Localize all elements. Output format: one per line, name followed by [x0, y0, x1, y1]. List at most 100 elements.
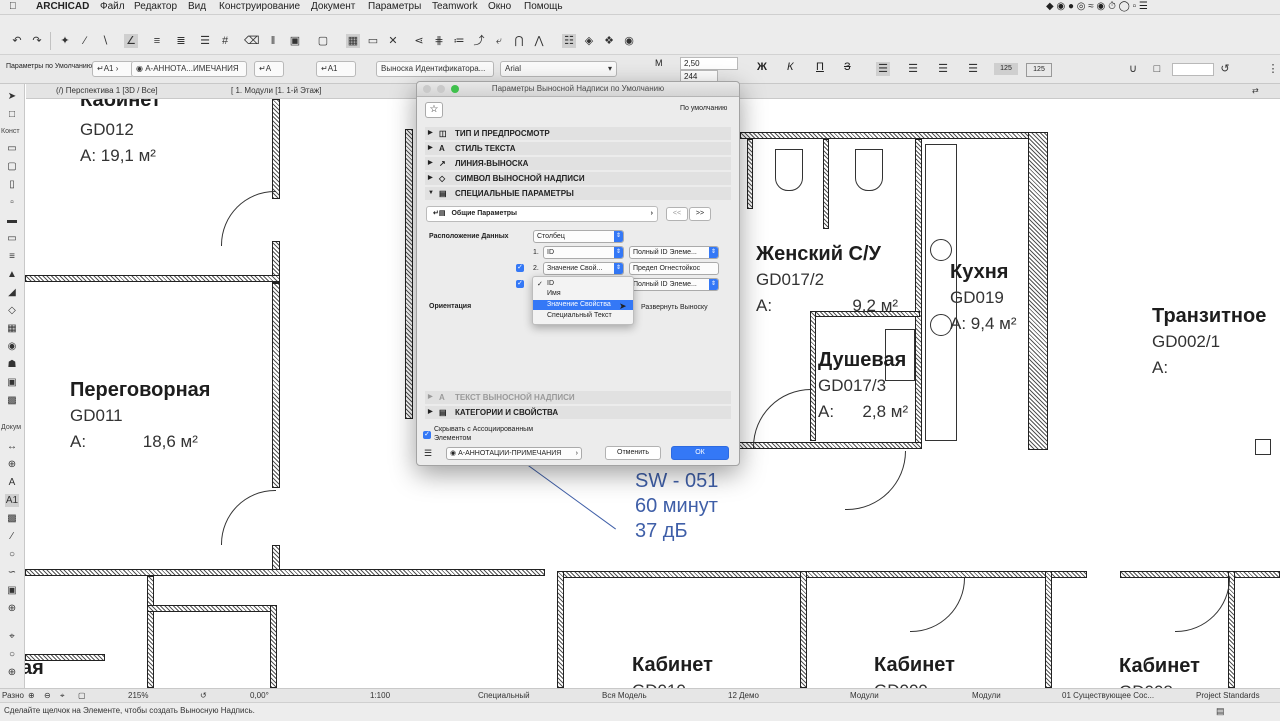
intersect-icon[interactable]: ⋂ — [512, 34, 526, 48]
window-toggle-icon[interactable]: ▤ — [1216, 703, 1225, 719]
fit-icon[interactable]: ⌖ — [60, 689, 65, 703]
prev-page-button[interactable]: << — [666, 207, 688, 221]
general-params-popup[interactable]: ↵▤ Общие Параметры › — [426, 206, 658, 222]
stair-tool-icon[interactable]: ≡ — [5, 250, 19, 263]
row2-checkbox[interactable]: ✓ — [516, 264, 524, 272]
menu-item-custom-text[interactable]: Специальный Текст — [533, 311, 633, 321]
section-leader-line[interactable]: ▶ ↗ ЛИНИЯ-ВЫНОСКА — [425, 157, 731, 170]
render-icon[interactable]: ◉ — [622, 34, 636, 48]
pan-icon[interactable]: ▢ — [78, 689, 86, 703]
elevation-tool-icon[interactable]: ⌖ — [5, 630, 19, 643]
apple-icon[interactable]:  — [9, 0, 17, 14]
wall-label[interactable]: SW - 051 60 минут 37 дБ — [635, 469, 718, 544]
room-stamp[interactable]: Кабинет GD008 — [1119, 655, 1200, 688]
menu-teamwork[interactable]: Teamwork — [432, 0, 478, 14]
renovation-filter[interactable]: 01 Существующее Сос... — [1062, 689, 1154, 703]
structure-display[interactable]: Специальный — [478, 689, 530, 703]
menu-file[interactable]: Файл — [100, 0, 125, 14]
menu-item-property-value[interactable]: Значение Свойства — [533, 300, 633, 310]
mesh-icon[interactable]: ◈ — [582, 34, 596, 48]
angle-field[interactable] — [1172, 63, 1214, 76]
level-tool-icon[interactable]: ⊕ — [5, 458, 19, 471]
room-stamp[interactable]: Транзитное GD002/1 А: — [1152, 305, 1266, 379]
align-left-icon[interactable]: ☰ — [876, 62, 890, 76]
roof-icon[interactable]: ⋀ — [532, 34, 546, 48]
skylight-tool-icon[interactable]: ◇ — [5, 304, 19, 317]
shell-tool-icon[interactable]: ◢ — [5, 286, 19, 299]
underline-button[interactable]: П — [816, 61, 824, 73]
italic-button[interactable]: К — [787, 61, 793, 73]
window-tool-icon[interactable]: ▯ — [5, 178, 19, 191]
redo-icon[interactable]: ↷ — [30, 34, 44, 48]
pen-set[interactable]: 12 Демо — [728, 689, 759, 703]
label-tool-icon[interactable]: A1 — [5, 494, 19, 507]
section-label-text[interactable]: ▶ A ТЕКСТ ВЫНОСНОЙ НАДПИСИ — [425, 391, 731, 404]
tab-floorplan[interactable]: [ 1. Модули [1. 1-й Этаж] — [231, 84, 322, 98]
room-stamp[interactable]: Женский С/У GD017/2 А: 9,2 м² — [756, 243, 898, 317]
lock-icon[interactable]: ▢ — [316, 34, 330, 48]
section-text-style[interactable]: ▶ A СТИЛЬ ТЕКСТА — [425, 142, 731, 155]
section-special-params[interactable]: ▼ ▤ СПЕЦИАЛЬНЫЕ ПАРАМЕТРЫ — [425, 187, 731, 200]
pointer-icon[interactable]: ✦ — [58, 34, 72, 48]
section-type-preview[interactable]: ▶ ◫ ТИП И ПРЕДПРОСМОТР — [425, 127, 731, 140]
close-icon[interactable] — [423, 85, 431, 93]
more-icon[interactable]: ⋮ — [1266, 62, 1280, 76]
split-icon[interactable]: ⋖ — [412, 34, 426, 48]
mesh-tool-icon[interactable]: ▩ — [5, 394, 19, 407]
navigator-icon[interactable]: ⇄ — [1252, 84, 1259, 98]
layer-popup[interactable]: ◉ А-АННОТАЦИИ-ПРИМЕЧАНИЯ › — [446, 447, 582, 460]
rotate-view-icon[interactable]: ↺ — [200, 689, 207, 703]
zoom-out-icon[interactable]: ⊕ — [28, 689, 35, 703]
magic-wand-icon[interactable]: ☷ — [562, 34, 576, 48]
strike-button[interactable]: З — [844, 61, 851, 73]
section-tool-icon[interactable]: ⊕ — [5, 602, 19, 615]
fill-tool-icon[interactable]: ▩ — [5, 512, 19, 525]
line-tool-icon[interactable]: ∕ — [5, 530, 19, 543]
favorites-label[interactable]: Параметры по Умолчанию — [6, 63, 92, 70]
zoom-icon[interactable] — [451, 85, 459, 93]
minimize-icon[interactable] — [437, 85, 445, 93]
wall-tool-icon[interactable]: ▭ — [5, 142, 19, 155]
align-right-icon[interactable]: ☰ — [936, 62, 950, 76]
hide-associated-checkbox[interactable]: ✓ — [423, 431, 431, 439]
scale-button-2[interactable]: 125 — [1026, 63, 1052, 77]
snap-icon[interactable]: ≡ — [150, 34, 164, 48]
ok-button[interactable]: ОК — [671, 446, 729, 460]
section-label-symbol[interactable]: ▶ ◇ СИМВОЛ ВЫНОСНОЙ НАДПИСИ — [425, 172, 731, 185]
room-stamp[interactable]: Кабинет GD009 — [874, 654, 955, 688]
room-stamp[interactable]: Кабинет GD012 А: 19,1 м² — [80, 99, 161, 167]
pointer-combo[interactable]: ↵A1 — [316, 61, 356, 77]
trim-icon[interactable]: ⋕ — [432, 34, 446, 48]
grid-snap-icon[interactable]: ≣ — [174, 34, 188, 48]
door-tool-icon[interactable]: ▢ — [5, 160, 19, 173]
next-page-button[interactable]: >> — [689, 207, 711, 221]
menu-item-name[interactable]: Имя — [533, 289, 633, 299]
menu-design[interactable]: Конструирование — [219, 0, 300, 14]
circle-tool-icon[interactable]: ○ — [5, 548, 19, 561]
menu-edit[interactable]: Редактор — [134, 0, 177, 14]
select-icon[interactable]: ▦ — [346, 34, 360, 48]
menu-window[interactable]: Окно — [488, 0, 511, 14]
grid-icon[interactable]: # — [218, 34, 232, 48]
curtain-wall-tool-icon[interactable]: ▦ — [5, 322, 19, 335]
tab-perspective[interactable]: (/) Перспектива 1 [3D / Все] — [56, 84, 158, 98]
row1-value-popup[interactable]: ID ⇕ — [543, 246, 624, 259]
menu-icon[interactable]: ☰ — [198, 34, 212, 48]
menu-item-id[interactable]: ID — [533, 279, 633, 289]
adjust-icon[interactable]: ⤴ — [472, 34, 486, 48]
frame-icon[interactable]: ▣ — [288, 34, 302, 48]
zoom-level[interactable]: 215% — [128, 689, 148, 703]
fillet-icon[interactable]: ⤶ — [492, 34, 506, 48]
angle-value[interactable]: 0,00° — [250, 689, 269, 703]
room-stamp[interactable]: Кухня GD019 А: 9,4 м² — [950, 261, 1017, 335]
figure-tool-icon[interactable]: ▣ — [5, 584, 19, 597]
spline-tool-icon[interactable]: ∽ — [5, 566, 19, 579]
worksheet-tool-icon[interactable]: ⊕ — [5, 666, 19, 679]
align-center-icon[interactable]: ☰ — [906, 62, 920, 76]
layer-combination[interactable]: Модули — [850, 689, 879, 703]
geometry-combo[interactable]: ↵A — [254, 61, 284, 77]
rotate-icon[interactable]: ↺ — [1218, 62, 1232, 76]
zone-tool-icon[interactable]: ▣ — [5, 376, 19, 389]
cancel-button[interactable]: Отменить — [605, 446, 661, 460]
row1-detail-popup[interactable]: Полный ID Элеме... ⇕ — [629, 246, 719, 259]
